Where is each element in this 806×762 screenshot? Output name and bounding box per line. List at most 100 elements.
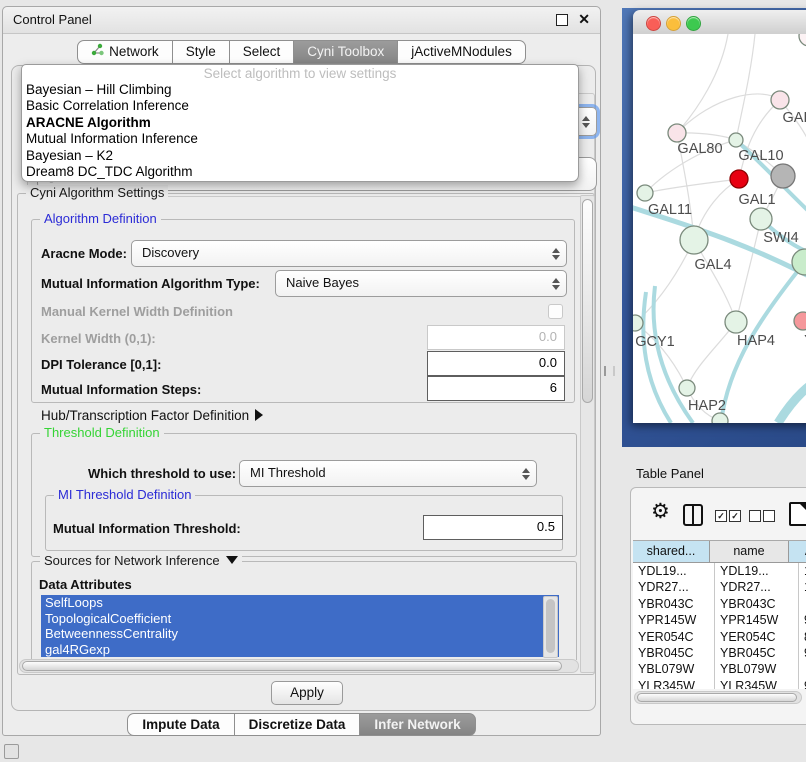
aracne-mode-combobox[interactable]: Discovery (131, 240, 567, 267)
attribute-list-item[interactable]: SelfLoops (41, 595, 559, 611)
combo-spinner-icon (521, 467, 530, 481)
table-cell: YDL19... (715, 563, 799, 579)
tab-style[interactable]: Style (173, 40, 230, 64)
table-cell: YLR345W (715, 678, 799, 689)
attribute-list-item[interactable]: BetweennessCentrality (41, 626, 559, 642)
attribute-list-scrollbar[interactable] (543, 596, 558, 658)
sources-group-title[interactable]: Sources for Network Inference (40, 553, 242, 568)
table-row[interactable]: YDL19...YDL19...13 (633, 563, 806, 579)
panel-divider-handle[interactable] (604, 366, 615, 376)
table-cell: 13 (799, 563, 806, 579)
float-window-icon[interactable] (556, 14, 568, 26)
mi-type-value: Naive Bayes (286, 275, 359, 290)
table-column-header[interactable]: A (789, 541, 806, 562)
table-row[interactable]: YBR043CYBR043C (633, 596, 806, 612)
threshold-definition-title: Threshold Definition (40, 425, 164, 440)
manual-kernel-checkbox[interactable] (548, 304, 563, 319)
checked-box-icon[interactable]: ✓ (715, 510, 727, 522)
table-row[interactable]: YER054CYER054C8. (633, 629, 806, 645)
kernel-width-label: Kernel Width (0,1): (41, 331, 156, 346)
network-node[interactable] (712, 413, 728, 423)
tab-jactivemnodules[interactable]: jActiveMNodules (398, 40, 526, 64)
node-table[interactable]: shared...nameA YDL19...YDL19...13YDR27..… (633, 540, 806, 689)
algorithm-option[interactable]: ARACNE Algorithm (22, 115, 578, 131)
attribute-list-item[interactable]: TopologicalCoefficient (41, 611, 559, 627)
tab-network[interactable]: Network (77, 40, 173, 64)
close-panel-icon[interactable]: ✕ (578, 11, 590, 28)
checked-box-icon[interactable]: ✓ (729, 510, 741, 522)
network-node-gcy1[interactable] (633, 315, 643, 331)
network-node-gal10[interactable] (729, 133, 743, 147)
unchecked-box-icon[interactable] (749, 510, 761, 522)
mi-threshold-group-title: MI Threshold Definition (54, 487, 195, 502)
network-node-y[interactable] (794, 312, 806, 330)
mi-steps-field[interactable]: 6 (427, 376, 565, 401)
table-column-header[interactable]: name (710, 541, 789, 562)
expanded-arrow-icon (226, 556, 238, 564)
bottom-tab-infer-network[interactable]: Infer Network (360, 713, 475, 736)
tab-cyni-toolbox[interactable]: Cyni Toolbox (294, 40, 398, 64)
bottom-tab-discretize-data[interactable]: Discretize Data (235, 713, 361, 736)
settings-vertical-scrollbar[interactable] (580, 195, 595, 673)
network-edges (633, 34, 806, 423)
kernel-width-field[interactable]: 0.0 (427, 325, 565, 350)
tab-select[interactable]: Select (230, 40, 295, 64)
algorithm-option[interactable]: Bayesian – Hill Climbing (22, 82, 578, 98)
dpi-tolerance-field[interactable]: 0.0 (427, 351, 565, 376)
control-panel-window: Control Panel ✕ NetworkStyleSelectCyni T… (2, 6, 601, 736)
bottom-tab-impute-data[interactable]: Impute Data (127, 713, 234, 736)
which-threshold-combobox[interactable]: MI Threshold (239, 460, 537, 487)
algorithm-option[interactable]: Basic Correlation Inference (22, 98, 578, 114)
data-attributes-list[interactable]: SelfLoopsTopologicalCoefficientBetweenne… (41, 595, 559, 657)
algorithm-option[interactable]: Mutual Information Inference (22, 131, 578, 147)
table-row[interactable]: YDR27...YDR27...12 (633, 579, 806, 595)
node-label: GCY1 (635, 334, 675, 350)
table-row[interactable]: YBL079WYBL079W (633, 661, 806, 677)
minimize-window-icon[interactable] (666, 16, 681, 31)
table-row[interactable]: YLR345WYLR345W9. (633, 678, 806, 689)
network-node-gal80[interactable] (668, 124, 686, 142)
table-horizontal-scrollbar[interactable] (634, 691, 802, 704)
file-icon[interactable] (789, 502, 806, 526)
table-row[interactable]: YPR145WYPR145W9. (633, 612, 806, 628)
apply-button[interactable]: Apply (271, 681, 343, 705)
network-node[interactable] (799, 34, 806, 46)
close-window-icon[interactable] (646, 16, 661, 31)
which-threshold-label: Which threshold to use: (88, 466, 236, 481)
mi-threshold-field[interactable]: 0.5 (423, 515, 563, 540)
columns-icon[interactable] (683, 504, 703, 526)
network-node[interactable] (730, 170, 748, 188)
network-node-hap2[interactable] (679, 380, 695, 396)
unchecked-box-icon[interactable] (763, 510, 775, 522)
node-label: HAP4 (737, 333, 775, 349)
network-window-titlebar[interactable] (633, 10, 806, 35)
network-node-gal1[interactable] (750, 208, 772, 230)
cyni-algorithm-settings-title: Cyni Algorithm Settings (26, 185, 168, 200)
control-panel-titlebar: Control Panel ✕ (3, 7, 600, 34)
network-node[interactable] (771, 164, 795, 188)
network-node-gal4[interactable] (680, 226, 708, 254)
zoom-window-icon[interactable] (686, 16, 701, 31)
algorithm-option[interactable]: Dream8 DC_TDC Algorithm (22, 164, 578, 180)
table-cell: YBL079W (715, 661, 799, 677)
table-row[interactable]: YBR045CYBR045C9. (633, 645, 806, 661)
mi-type-combobox[interactable]: Naive Bayes (275, 270, 567, 297)
network-node-gal[interactable] (771, 91, 789, 109)
collapsed-panel-icon[interactable] (4, 744, 19, 759)
settings-horizontal-scrollbar[interactable] (19, 659, 579, 673)
table-cell (799, 596, 806, 612)
table-cell: 9. (799, 678, 806, 689)
algorithm-option[interactable]: Bayesian – K2 (22, 148, 578, 164)
gear-icon[interactable]: ⚙ (651, 499, 670, 524)
attribute-list-item[interactable]: gal4RGexp (41, 642, 559, 658)
table-cell: 9. (799, 645, 806, 661)
table-column-header[interactable]: shared... (633, 541, 710, 562)
table-cell: YLR345W (633, 678, 715, 689)
hub-definition-toggle[interactable]: Hub/Transcription Factor Definition (41, 408, 263, 423)
bottom-tabbar: Impute DataDiscretize DataInfer Network (3, 713, 600, 736)
network-node-gal11[interactable] (637, 185, 653, 201)
network-canvas[interactable]: GALGAL80GAL10GAL1GAL11GAL4SWI4GCY1HAP4YH… (633, 34, 806, 423)
network-desktop-background: GALGAL80GAL10GAL1GAL11GAL4SWI4GCY1HAP4YH… (622, 8, 806, 447)
network-icon (91, 41, 104, 63)
network-node-hap4[interactable] (725, 311, 747, 333)
